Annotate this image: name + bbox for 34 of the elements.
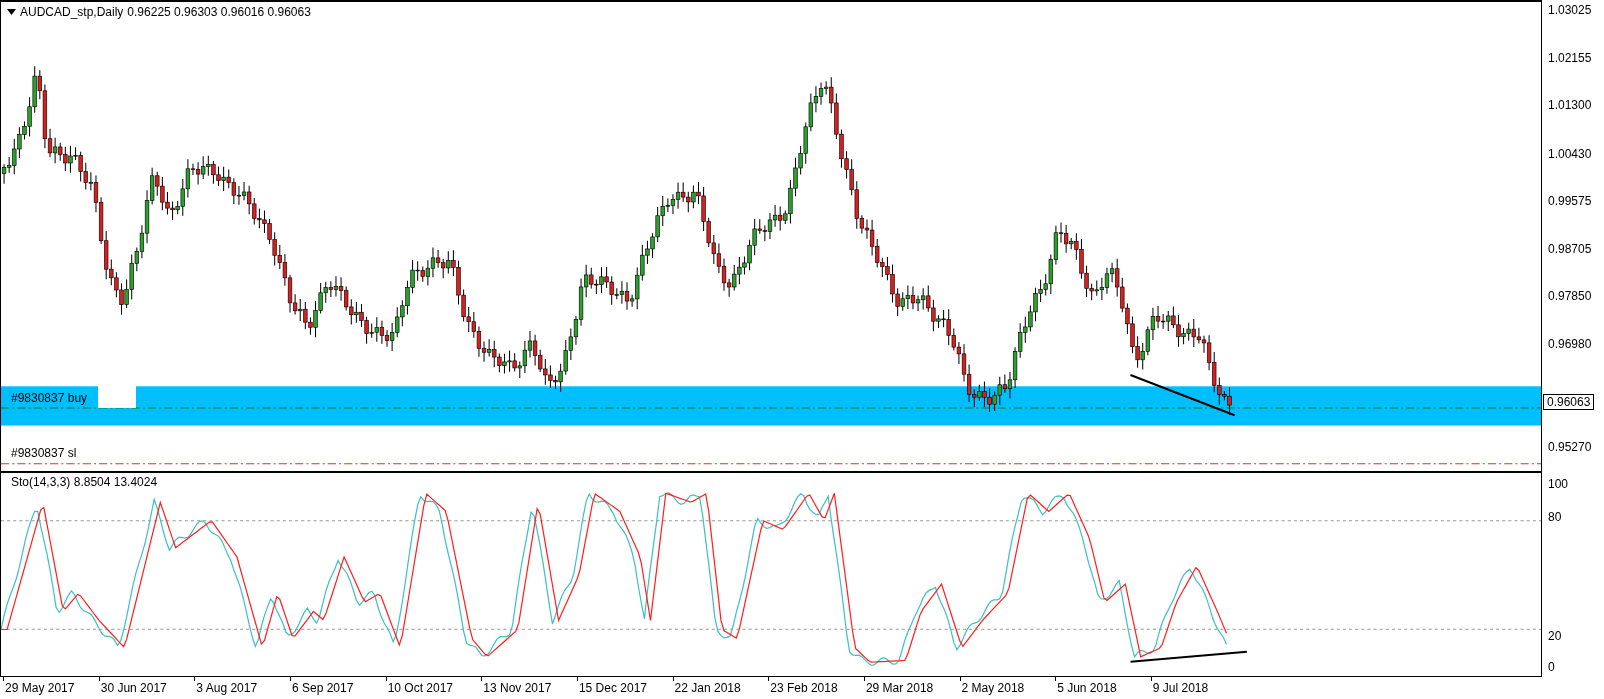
order-label: #9830837 buy bbox=[11, 390, 88, 405]
oscillator-label: 0 bbox=[1548, 659, 1555, 674]
price-label: 0.98705 bbox=[1548, 241, 1592, 256]
price-label: 1.01300 bbox=[1548, 98, 1592, 113]
price-label: 0.96980 bbox=[1548, 336, 1592, 351]
dropdown-triangle-icon[interactable] bbox=[7, 9, 16, 15]
symbol-label: AUDCAD_stp,Daily bbox=[20, 5, 124, 19]
oscillator-title: Sto(14,3,3) 8.8504 13.4024 bbox=[11, 475, 158, 489]
price-label: 1.03025 bbox=[1548, 3, 1592, 18]
date-label: 3 Aug 2017 bbox=[196, 681, 258, 695]
date-label: 30 Jun 2017 bbox=[100, 681, 167, 695]
date-label: 6 Sep 2017 bbox=[292, 681, 354, 695]
date-label: 5 Jun 2018 bbox=[1057, 681, 1117, 695]
price-label: 0.99575 bbox=[1548, 193, 1592, 208]
oscillator-label: 80 bbox=[1548, 509, 1562, 524]
oscillator-label: 100 bbox=[1548, 476, 1569, 491]
ohlc-values: 0.96225 0.96303 0.96016 0.96063 bbox=[127, 5, 311, 19]
price-label: 1.02155 bbox=[1548, 51, 1592, 66]
current-price-label: 0.96063 bbox=[1543, 394, 1595, 411]
price-label: 1.00430 bbox=[1548, 146, 1592, 161]
date-label: 23 Feb 2018 bbox=[770, 681, 838, 695]
date-label: 29 Mar 2018 bbox=[865, 681, 934, 695]
date-label: 29 May 2017 bbox=[5, 681, 75, 695]
date-label: 22 Jan 2018 bbox=[674, 681, 741, 695]
price-label: 0.95270 bbox=[1548, 440, 1592, 455]
date-label: 10 Oct 2017 bbox=[387, 681, 454, 695]
date-label: 9 Jul 2018 bbox=[1152, 681, 1209, 695]
stop-loss-label: #9830837 sl bbox=[11, 446, 77, 461]
label-box bbox=[98, 383, 137, 408]
oscillator-label: 20 bbox=[1548, 629, 1562, 644]
date-label: 15 Dec 2017 bbox=[578, 681, 647, 695]
price-label: 0.97850 bbox=[1548, 288, 1592, 303]
date-label: 13 Nov 2017 bbox=[483, 681, 552, 695]
date-label: 2 May 2018 bbox=[961, 681, 1025, 695]
